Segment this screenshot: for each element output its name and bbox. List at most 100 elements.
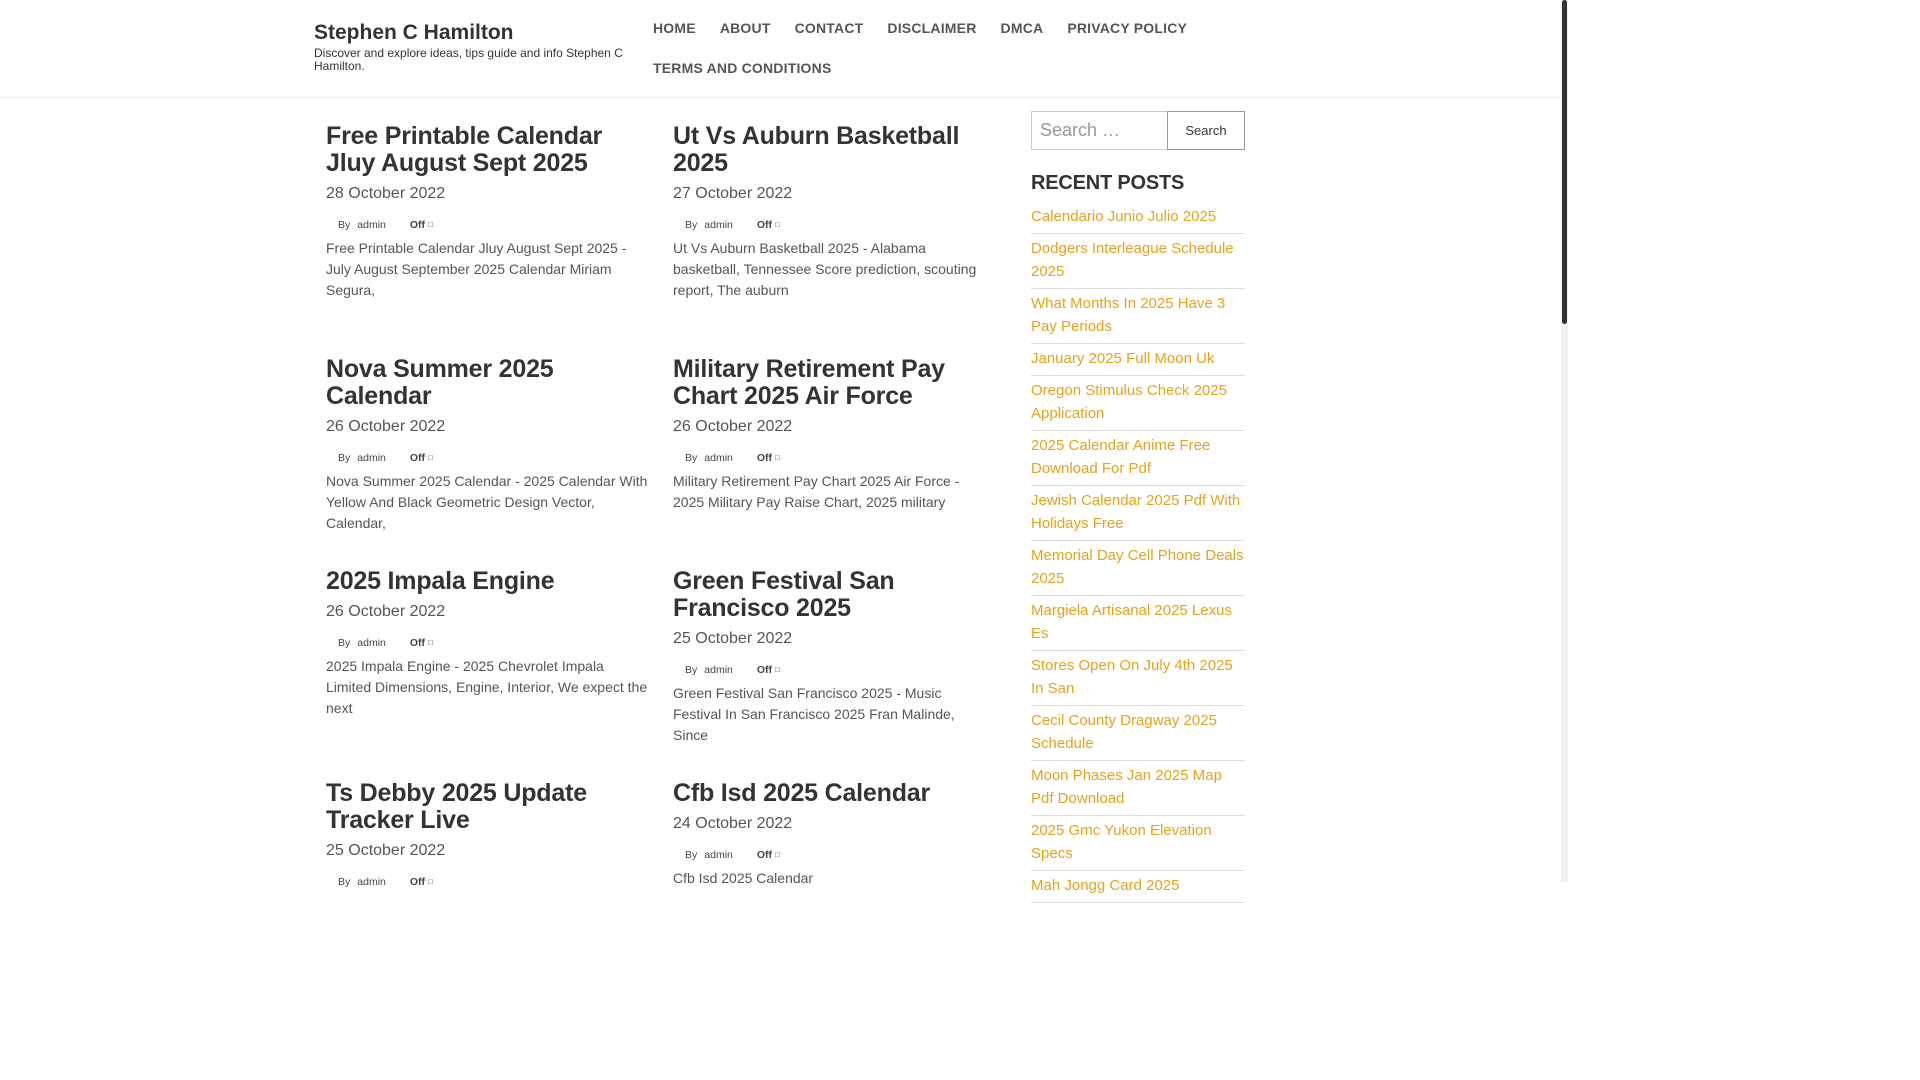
recent-post-link[interactable]: 2025 Gmc Yukon Elevation Specs [1031,819,1245,865]
post-author-link[interactable]: admin [704,663,733,677]
list-item: What Months In 2025 Have 3 Pay Periods [1031,289,1245,344]
comment-icon: □ [428,638,433,647]
vertical-scrollbar[interactable] [1561,0,1568,882]
post-card: 2025 Impala Engine 26 October 2022 By ad… [326,568,648,719]
recent-post-link[interactable]: Margiela Artisanal 2025 Lexus Es [1031,599,1245,645]
post-title[interactable]: Green Festival San Francisco 2025 [673,568,993,622]
post-title[interactable]: Cfb Isd 2025 Calendar [673,780,993,807]
comment-icon: □ [775,220,780,229]
comment-icon: □ [428,877,433,886]
nav-item-terms-and-conditions[interactable]: TERMS AND CONDITIONS [641,48,843,88]
main-navigation: HOME ABOUT CONTACT DISCLAIMER DMCA PRIVA… [641,8,1201,88]
nav-item-about[interactable]: ABOUT [708,8,783,48]
comment-icon: □ [428,220,433,229]
recent-post-link[interactable]: Oregon Stimulus Check 2025 Application [1031,379,1245,425]
post-author-link[interactable]: admin [357,875,386,889]
recent-post-link[interactable]: Memorial Day Cell Phone Deals 2025 [1031,544,1245,590]
post-excerpt: Nova Summer 2025 Calendar - 2025 Calenda… [326,473,648,531]
post-author-link[interactable]: admin [357,218,386,232]
post-by-label: By [338,876,351,888]
post-title[interactable]: 2025 Impala Engine [326,568,648,595]
post-author-link[interactable]: admin [704,218,733,232]
nav-item-disclaimer[interactable]: DISCLAIMER [875,8,988,48]
recent-post-link[interactable]: Moon Phases Jan 2025 Map Pdf Download [1031,764,1245,810]
sidebar: Search RECENT POSTS Calendario Junio Jul… [1031,111,1245,903]
recent-post-link[interactable]: Jewish Calendar 2025 Pdf With Holidays F… [1031,489,1245,535]
list-item: 2025 Calendar Anime Free Download For Pd… [1031,431,1245,486]
list-item: Oregon Stimulus Check 2025 Application [1031,376,1245,431]
recent-post-link[interactable]: Calendario Junio Julio 2025 [1031,205,1245,228]
post-date: 28 October 2022 [326,185,446,202]
site-header: Stephen C Hamilton Discover and explore … [0,0,1561,98]
post-excerpt: Ut Vs Auburn Basketball 2025 - Alabama b… [673,240,977,298]
search-button[interactable]: Search [1167,111,1245,150]
post-title[interactable]: Free Printable Calendar Jluy August Sept… [326,123,648,177]
post-by-label: By [685,219,698,231]
recent-post-link[interactable]: Stores Open On July 4th 2025 In San [1031,654,1245,700]
post-by-label: By [338,219,351,231]
scrollbar-thumb[interactable] [1562,0,1567,324]
post-excerpt: Military Retirement Pay Chart 2025 Air F… [673,473,960,510]
post-date: 26 October 2022 [326,603,446,620]
post-author-link[interactable]: admin [704,451,733,465]
recent-posts-heading: RECENT POSTS [1031,172,1185,194]
list-item: Memorial Day Cell Phone Deals 2025 [1031,541,1245,596]
post-date: 27 October 2022 [673,185,793,202]
post-title[interactable]: Nova Summer 2025 Calendar [326,356,648,410]
recent-post-link[interactable]: Cecil County Dragway 2025 Schedule [1031,709,1245,755]
post-by-label: By [685,664,698,676]
post-title[interactable]: Ut Vs Auburn Basketball 2025 [673,123,993,177]
post-meta: By admin Off □ [673,848,993,862]
post-card: Nova Summer 2025 Calendar 26 October 202… [326,356,648,534]
post-meta: By admin Off □ [673,218,993,232]
post-card: Green Festival San Francisco 2025 25 Oct… [673,568,993,746]
post-author-link[interactable]: admin [357,636,386,650]
post-card: Ts Debby 2025 Update Tracker Live 25 Oct… [326,780,648,889]
nav-item-privacy-policy[interactable]: PRIVACY POLICY [1055,8,1199,48]
list-item: Stores Open On July 4th 2025 In San [1031,651,1245,706]
post-title[interactable]: Ts Debby 2025 Update Tracker Live [326,780,648,834]
search-form: Search [1031,111,1245,150]
post-comments-status: Off [756,452,773,464]
nav-item-contact[interactable]: CONTACT [783,8,876,48]
post-excerpt: Free Printable Calendar Jluy August Sept… [326,240,627,298]
site-branding: Stephen C Hamilton Discover and explore … [314,20,634,73]
post-card: Cfb Isd 2025 Calendar 24 October 2022 By… [673,780,993,889]
post-excerpt: Cfb Isd 2025 Calendar [673,870,814,886]
list-item: 2025 Gmc Yukon Elevation Specs [1031,816,1245,871]
post-comments-status: Off [756,219,773,231]
site-description: Discover and explore ideas, tips guide a… [314,46,623,73]
comment-icon: □ [428,453,433,462]
nav-item-home[interactable]: HOME [641,8,708,48]
post-by-label: By [338,452,351,464]
list-item: January 2025 Full Moon Uk [1031,344,1245,376]
search-input[interactable] [1031,111,1167,150]
nav-item-dmca[interactable]: DMCA [989,8,1056,48]
list-item: Moon Phases Jan 2025 Map Pdf Download [1031,761,1245,816]
list-item: Mah Jongg Card 2025 [1031,871,1245,903]
list-item: Margiela Artisanal 2025 Lexus Es [1031,596,1245,651]
post-meta: By admin Off □ [326,451,648,465]
post-title[interactable]: Military Retirement Pay Chart 2025 Air F… [673,356,993,410]
post-meta: By admin Off □ [673,663,993,677]
comment-icon: □ [775,665,780,674]
list-item: Dodgers Interleague Schedule 2025 [1031,234,1245,289]
recent-post-link[interactable]: 2025 Calendar Anime Free Download For Pd… [1031,434,1245,480]
comment-icon: □ [775,850,780,859]
recent-post-link[interactable]: Dodgers Interleague Schedule 2025 [1031,237,1245,283]
recent-post-link[interactable]: What Months In 2025 Have 3 Pay Periods [1031,292,1245,338]
post-author-link[interactable]: admin [357,451,386,465]
post-date: 26 October 2022 [673,418,793,435]
post-date: 25 October 2022 [673,630,793,647]
site-title[interactable]: Stephen C Hamilton [314,20,634,46]
post-excerpt: 2025 Impala Engine - 2025 Chevrolet Impa… [326,658,648,716]
post-by-label: By [338,637,351,649]
post-comments-status: Off [409,452,426,464]
recent-post-link[interactable]: January 2025 Full Moon Uk [1031,347,1245,370]
post-card: Ut Vs Auburn Basketball 2025 27 October … [673,123,993,301]
post-comments-status: Off [409,219,426,231]
post-by-label: By [685,849,698,861]
post-author-link[interactable]: admin [704,848,733,862]
post-date: 24 October 2022 [673,815,793,832]
recent-post-link[interactable]: Mah Jongg Card 2025 [1031,874,1245,897]
